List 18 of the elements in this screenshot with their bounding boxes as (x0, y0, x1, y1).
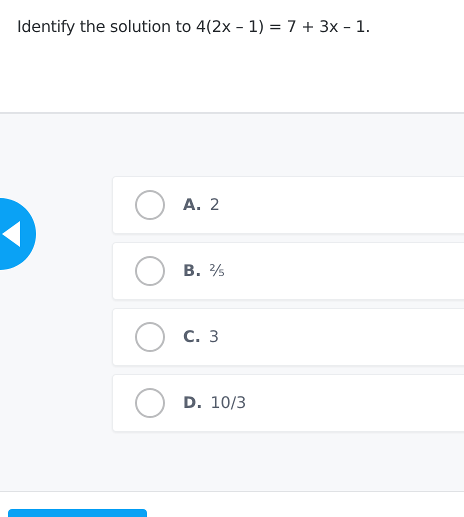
back-arrow-icon (2, 221, 20, 247)
option-letter: A. (183, 194, 202, 216)
answer-option[interactable]: C. 3 (112, 308, 464, 366)
option-letter: B. (183, 260, 202, 282)
option-text: ⅖ (209, 260, 225, 282)
answer-option[interactable]: D. 10/3 (112, 374, 464, 432)
answer-option[interactable]: B. ⅖ (112, 242, 464, 300)
option-text: 3 (208, 326, 220, 348)
option-text: 10/3 (210, 392, 246, 414)
option-letter: C. (183, 326, 201, 348)
option-text: 2 (210, 194, 220, 216)
option-letter: D. (183, 392, 202, 414)
radio-button[interactable] (135, 190, 165, 220)
radio-button[interactable] (135, 256, 165, 286)
radio-button[interactable] (135, 388, 165, 418)
question-text: Identify the solution to 4(2x – 1) = 7 + 3x – 1. (17, 16, 372, 38)
answer-option[interactable]: A. 2 (112, 176, 464, 234)
radio-button[interactable] (135, 322, 165, 352)
